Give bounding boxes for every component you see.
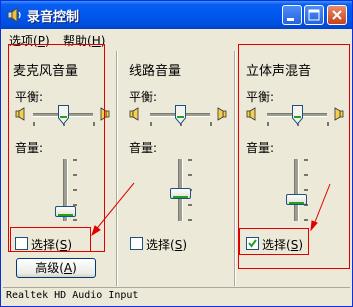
recording-control-window: 录音控制 选项(P) 帮助(H) 麦克风音量 平衡: 音量: 选择(S) 线路音…	[0, 0, 353, 307]
right-speaker-icon	[217, 107, 227, 121]
window-title: 录音控制	[27, 10, 80, 25]
speaker-app-icon	[7, 7, 21, 23]
balance-slider-thumb[interactable]	[174, 105, 186, 125]
column-title: 线路音量	[129, 64, 182, 79]
volume-label: 音量:	[129, 141, 158, 155]
column-divider	[234, 51, 236, 286]
select-label-text: 选择	[146, 238, 171, 252]
advanced-button-key: A	[63, 261, 73, 275]
close-icon	[332, 10, 342, 20]
minimize-icon	[287, 18, 294, 21]
maximize-button[interactable]	[304, 5, 324, 25]
annotation-box-microphone	[8, 44, 105, 252]
status-bar: Realtek HD Audio Input	[3, 287, 350, 304]
advanced-button[interactable]: 高级(A)	[16, 258, 96, 278]
select-checkbox[interactable]	[130, 237, 143, 250]
status-text: Realtek HD Audio Input	[6, 290, 139, 301]
column-divider	[116, 51, 118, 286]
select-label-key: S	[174, 238, 183, 252]
advanced-button-label: 高级	[35, 261, 60, 275]
annotation-box-microphone-select	[10, 227, 91, 252]
balance-label: 平衡:	[129, 90, 158, 104]
annotation-box-stereo-mix-select	[239, 228, 309, 255]
title-bar[interactable]: 录音控制	[1, 1, 352, 29]
volume-slider-thumb[interactable]	[170, 187, 191, 199]
minimize-button[interactable]	[282, 5, 302, 25]
maximize-icon	[308, 9, 320, 21]
close-button[interactable]	[327, 5, 347, 25]
left-speaker-icon	[129, 107, 139, 121]
select-checkbox-label[interactable]: 选择(S)	[146, 236, 187, 253]
